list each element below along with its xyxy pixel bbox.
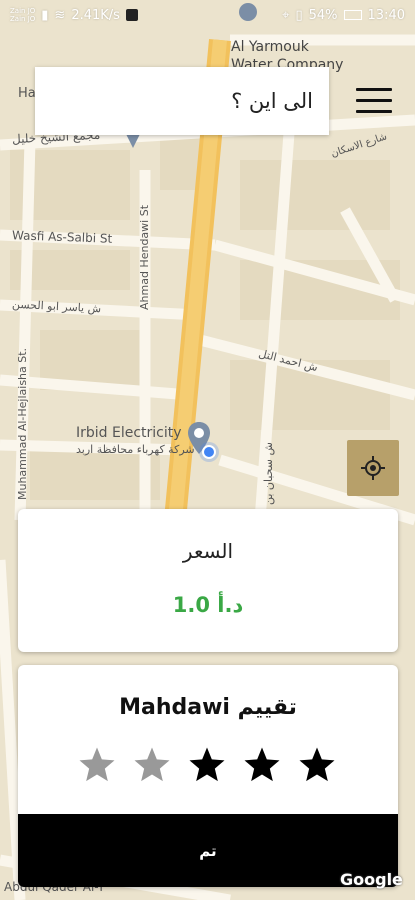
my-location-button[interactable] [347, 440, 399, 496]
price-title: السعر [182, 539, 234, 563]
destination-search-input[interactable]: الى اين ؟ [35, 67, 329, 135]
location-icon: ⌖ [282, 7, 290, 23]
wifi-icon: ≋ [54, 7, 66, 23]
star-rating[interactable] [18, 745, 398, 789]
destination-search-text: الى اين ؟ [231, 89, 313, 113]
price-card: السعر 1.0 د.أ [18, 509, 398, 652]
star-icon-3[interactable] [187, 745, 227, 785]
star-icon-5[interactable] [297, 745, 337, 785]
map-label-ha: Ha [18, 86, 36, 101]
battery-level: 54% [308, 7, 338, 23]
carrier-info: Zain JO Zain JO [10, 7, 35, 23]
rating-card: Mahdawi تقييم تم [18, 665, 398, 887]
map-label-irbid-electricity-ar: شركة كهرباء محافظة اربد [76, 443, 195, 456]
map-pin-icon[interactable] [186, 420, 226, 466]
map-label-hejlaisha-street: Muhammad Al-Hejlaisha St. [16, 347, 29, 500]
clock: 13:40 [367, 7, 405, 23]
status-bar: Zain JO Zain JO ▮ ≋ 2.41K/s ⌖ ▯ 54% 13:4… [0, 0, 415, 30]
google-logo: Google [340, 870, 403, 889]
map-label-irbid-electricity: Irbid Electricity [76, 425, 182, 441]
rating-title: Mahdawi تقييم [119, 695, 297, 720]
star-icon-2[interactable] [132, 745, 172, 785]
hamburger-menu-icon[interactable] [356, 88, 392, 114]
star-icon-1[interactable] [77, 745, 117, 785]
price-value: 1.0 د.أ [172, 593, 244, 617]
carrier-top: Zain JO [10, 7, 36, 15]
star-icon-4[interactable] [242, 745, 282, 785]
map-label-water-company: Al Yarmouk [231, 39, 309, 55]
map-label-right-vertical-street: ش سحبان بن [262, 442, 275, 505]
map-label-hendawi-street: Ahmad Hendawi St [138, 204, 151, 310]
signal-icon: ▮ [41, 7, 49, 23]
network-speed: 2.41K/s [71, 7, 120, 23]
carrier-bottom: Zain JO [10, 15, 36, 23]
crosshair-icon [361, 456, 385, 480]
vibrate-icon: ▯ [295, 7, 303, 23]
notification-icon [125, 9, 138, 21]
battery-icon [343, 10, 362, 20]
